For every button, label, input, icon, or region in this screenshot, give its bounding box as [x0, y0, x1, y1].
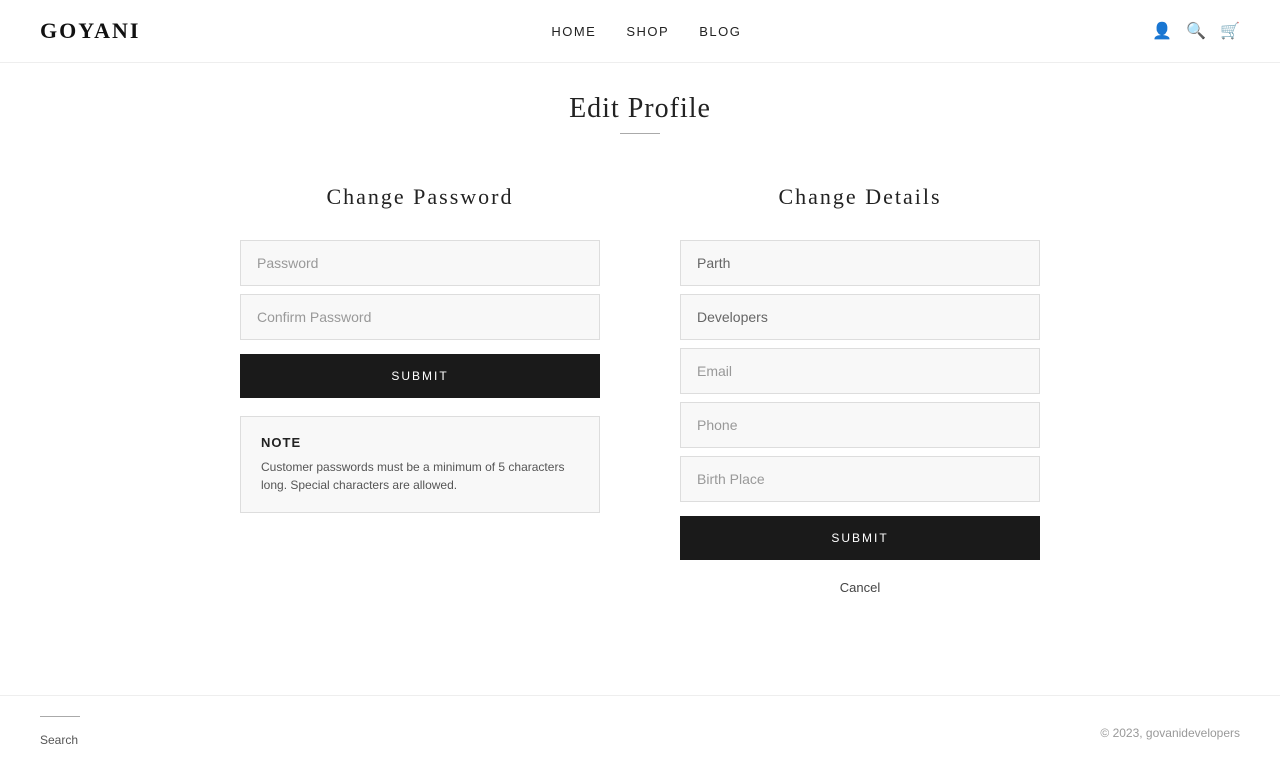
change-details-section: Change Details SUBMIT Cancel [680, 184, 1040, 595]
phone-input[interactable] [680, 402, 1040, 448]
nav-icons: 👤 🔍 🛒 [1152, 21, 1240, 41]
cancel-link[interactable]: Cancel [680, 580, 1040, 595]
account-icon[interactable]: 👤 [1152, 21, 1172, 41]
title-divider [620, 133, 660, 134]
note-text: Customer passwords must be a minimum of … [261, 458, 579, 494]
details-submit-button[interactable]: SUBMIT [680, 516, 1040, 560]
main-nav: HOME SHOP BLOG [551, 24, 741, 39]
birth-place-input[interactable] [680, 456, 1040, 502]
email-input[interactable] [680, 348, 1040, 394]
password-input[interactable] [240, 240, 600, 286]
note-title: NOTE [261, 435, 579, 450]
note-box: NOTE Customer passwords must be a minimu… [240, 416, 600, 513]
change-details-title: Change Details [680, 184, 1040, 210]
footer-copyright: © 2023, govanidevelopers [1100, 726, 1240, 740]
page-title: Edit Profile [0, 93, 1280, 125]
footer-search-link[interactable]: Search [40, 733, 78, 747]
nav-home[interactable]: HOME [551, 24, 596, 39]
cart-icon[interactable]: 🛒 [1220, 21, 1240, 41]
nav-blog[interactable]: BLOG [699, 24, 741, 39]
password-submit-button[interactable]: SUBMIT [240, 354, 600, 398]
footer: Search © 2023, govanidevelopers [0, 695, 1280, 769]
first-name-input[interactable] [680, 240, 1040, 286]
main-content: Change Password SUBMIT NOTE Customer pas… [0, 144, 1280, 635]
nav-shop[interactable]: SHOP [626, 24, 669, 39]
last-name-input[interactable] [680, 294, 1040, 340]
search-icon[interactable]: 🔍 [1186, 21, 1206, 41]
confirm-password-input[interactable] [240, 294, 600, 340]
change-password-title: Change Password [240, 184, 600, 210]
footer-divider [40, 716, 80, 717]
page-title-area: Edit Profile [0, 63, 1280, 144]
change-password-section: Change Password SUBMIT NOTE Customer pas… [240, 184, 600, 595]
brand-logo: GOYANI [40, 18, 140, 44]
